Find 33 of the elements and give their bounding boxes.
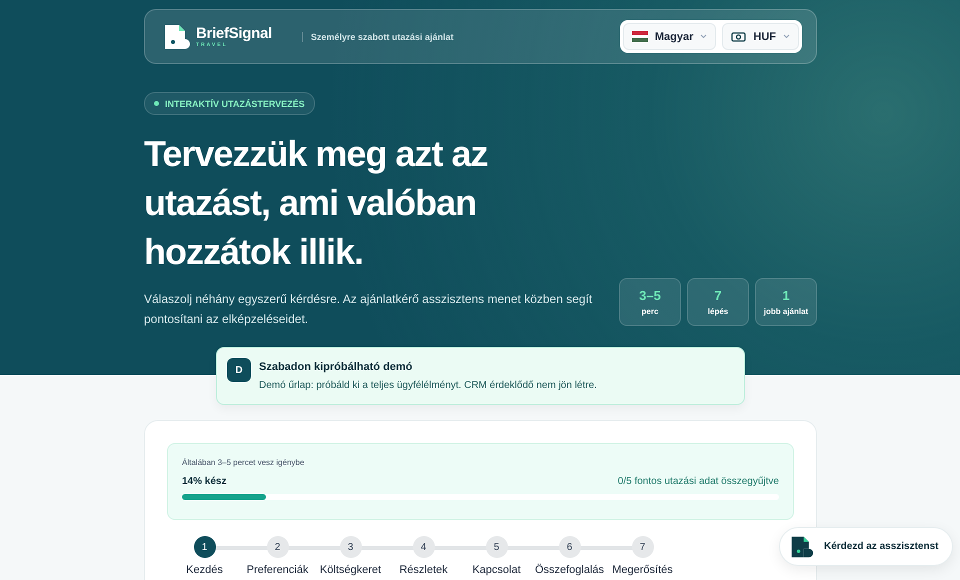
progress-collected: 0/5 fontos utazási adat összegyűjtve — [618, 476, 779, 487]
step-tab[interactable]: 7 Megerősítés — [606, 536, 679, 576]
assistant-button[interactable]: Kérdezd az asszisztenst — [779, 527, 953, 566]
progress-percent: 14% kész — [182, 476, 226, 487]
stat-label: jobb ajánlat — [764, 307, 808, 316]
logo-icon — [790, 534, 814, 558]
hero-headline: Tervezzük meg azt az utazást, ami valóban hozzátok illik. — [144, 132, 488, 274]
currency-select[interactable]: HUF — [722, 23, 799, 50]
tagline: Személyre szabott utazási ajánlat — [302, 32, 454, 42]
demo-text: Demó űrlap: próbáld ki a teljes ügyfélélményt. CRM érdeklődő nem jön létre. — [259, 380, 597, 391]
hero-intro: Válaszolj néhány egyszerű kérdésre. Az ajánlatkérő asszisztens menet közben segít pontosítani az elképzeléseidet. — [144, 291, 594, 328]
step-tab[interactable]: 3 Költségkeret — [314, 536, 387, 576]
step-tab[interactable]: 4 Részletek — [387, 536, 460, 576]
step-tab[interactable]: 2 Preferenciák — [241, 536, 314, 576]
stat-label: perc — [642, 307, 658, 316]
language-select[interactable]: Magyar — [622, 23, 716, 50]
caret-icon — [783, 34, 790, 39]
banknote-icon — [731, 30, 746, 42]
stat-value: 7 — [714, 288, 722, 303]
stat-value: 1 — [782, 288, 790, 303]
logo-icon — [163, 22, 191, 50]
step-tab[interactable]: 6 Összefoglalás — [533, 536, 606, 576]
stat-value: 3–5 — [639, 288, 661, 303]
demo-letter-badge: D — [227, 358, 251, 382]
step-tab[interactable]: 1 Kezdés — [168, 536, 241, 576]
step-tab[interactable]: 5 Kapcsolat — [460, 536, 533, 576]
stat-label: lépés — [708, 307, 728, 316]
brand-name: BriefSignal — [196, 26, 272, 40]
flag-icon — [632, 31, 648, 42]
demo-title: Szabadon kipróbálható demó — [259, 361, 414, 373]
caret-icon — [700, 34, 708, 39]
progress-hint: Általában 3–5 percet vesz igénybe — [182, 458, 306, 467]
section-badge: INTERAKTÍV UTAZÁSTERVEZÉS — [144, 92, 315, 115]
